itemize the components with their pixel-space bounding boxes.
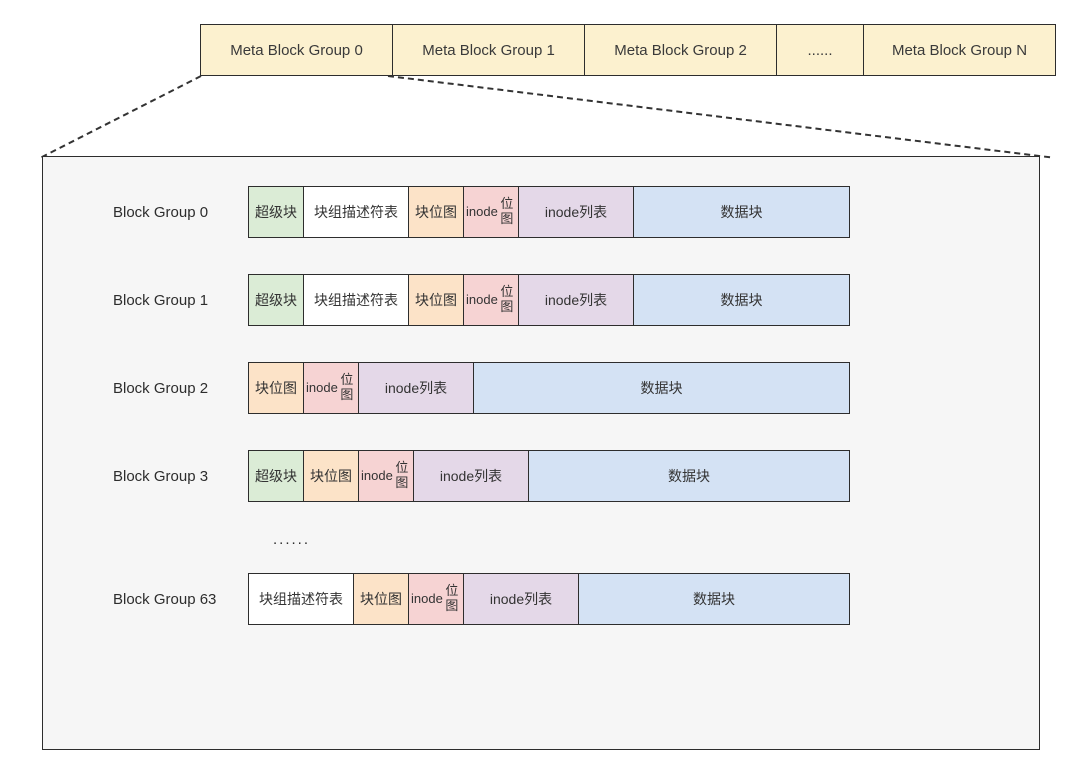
- seg-inode_table: inode列表: [359, 363, 474, 413]
- seg-data: 数据块: [529, 451, 849, 501]
- callout-line-left: [41, 75, 201, 158]
- seg-data: 数据块: [474, 363, 849, 413]
- seg-superblock: 超级块: [249, 451, 304, 501]
- seg-inode_bitmap: inode位图: [464, 187, 519, 237]
- meta-block-group-strip: Meta Block Group 0 Meta Block Group 1 Me…: [200, 24, 1056, 76]
- seg-inode_table: inode列表: [464, 574, 579, 624]
- block-group-strip: 超级块块位图inode位图inode列表数据块: [248, 450, 850, 502]
- seg-data: 数据块: [634, 187, 849, 237]
- seg-block_bitmap: 块位图: [304, 451, 359, 501]
- block-group-label: Block Group 0: [113, 204, 248, 221]
- seg-block_bitmap: 块位图: [249, 363, 304, 413]
- block-group-label: Block Group 3: [113, 468, 248, 485]
- block-group-label: Block Group 1: [113, 292, 248, 309]
- block-group-label: Block Group 63: [113, 591, 248, 608]
- seg-gdt: 块组描述符表: [304, 187, 409, 237]
- seg-block_bitmap: 块位图: [409, 275, 464, 325]
- meta-group-2: Meta Block Group 2: [585, 25, 777, 75]
- block-group-row: Block Group 1超级块块组描述符表块位图inode位图inode列表数…: [113, 275, 999, 325]
- seg-block_bitmap: 块位图: [354, 574, 409, 624]
- block-group-row: Block Group 0超级块块组描述符表块位图inode位图inode列表数…: [113, 187, 999, 237]
- meta-group-n: Meta Block Group N: [864, 25, 1055, 75]
- meta-group-0: Meta Block Group 0: [201, 25, 393, 75]
- block-group-strip: 块位图inode位图inode列表数据块: [248, 362, 850, 414]
- callout-line-right: [388, 75, 1050, 158]
- seg-inode_table: inode列表: [519, 275, 634, 325]
- block-group-strip: 块组描述符表块位图inode位图inode列表数据块: [248, 573, 850, 625]
- block-group-row: Block Group 63块组描述符表块位图inode位图inode列表数据块: [113, 574, 999, 624]
- seg-superblock: 超级块: [249, 275, 304, 325]
- seg-inode_bitmap: inode位图: [359, 451, 414, 501]
- seg-gdt: 块组描述符表: [249, 574, 354, 624]
- seg-inode_bitmap: inode位图: [464, 275, 519, 325]
- seg-superblock: 超级块: [249, 187, 304, 237]
- block-group-strip: 超级块块组描述符表块位图inode位图inode列表数据块: [248, 274, 850, 326]
- block-group-detail-box: Block Group 0超级块块组描述符表块位图inode位图inode列表数…: [42, 156, 1040, 750]
- block-group-strip: 超级块块组描述符表块位图inode位图inode列表数据块: [248, 186, 850, 238]
- seg-data: 数据块: [634, 275, 849, 325]
- seg-data: 数据块: [579, 574, 849, 624]
- meta-group-1: Meta Block Group 1: [393, 25, 585, 75]
- block-group-label: Block Group 2: [113, 380, 248, 397]
- seg-inode_bitmap: inode位图: [409, 574, 464, 624]
- seg-inode_table: inode列表: [519, 187, 634, 237]
- rows-ellipsis: ......: [273, 531, 999, 548]
- seg-inode_table: inode列表: [414, 451, 529, 501]
- seg-inode_bitmap: inode位图: [304, 363, 359, 413]
- seg-gdt: 块组描述符表: [304, 275, 409, 325]
- meta-group-ellipsis: ......: [777, 25, 864, 75]
- seg-block_bitmap: 块位图: [409, 187, 464, 237]
- block-group-row: Block Group 2块位图inode位图inode列表数据块: [113, 363, 999, 413]
- block-group-row: Block Group 3超级块块位图inode位图inode列表数据块: [113, 451, 999, 501]
